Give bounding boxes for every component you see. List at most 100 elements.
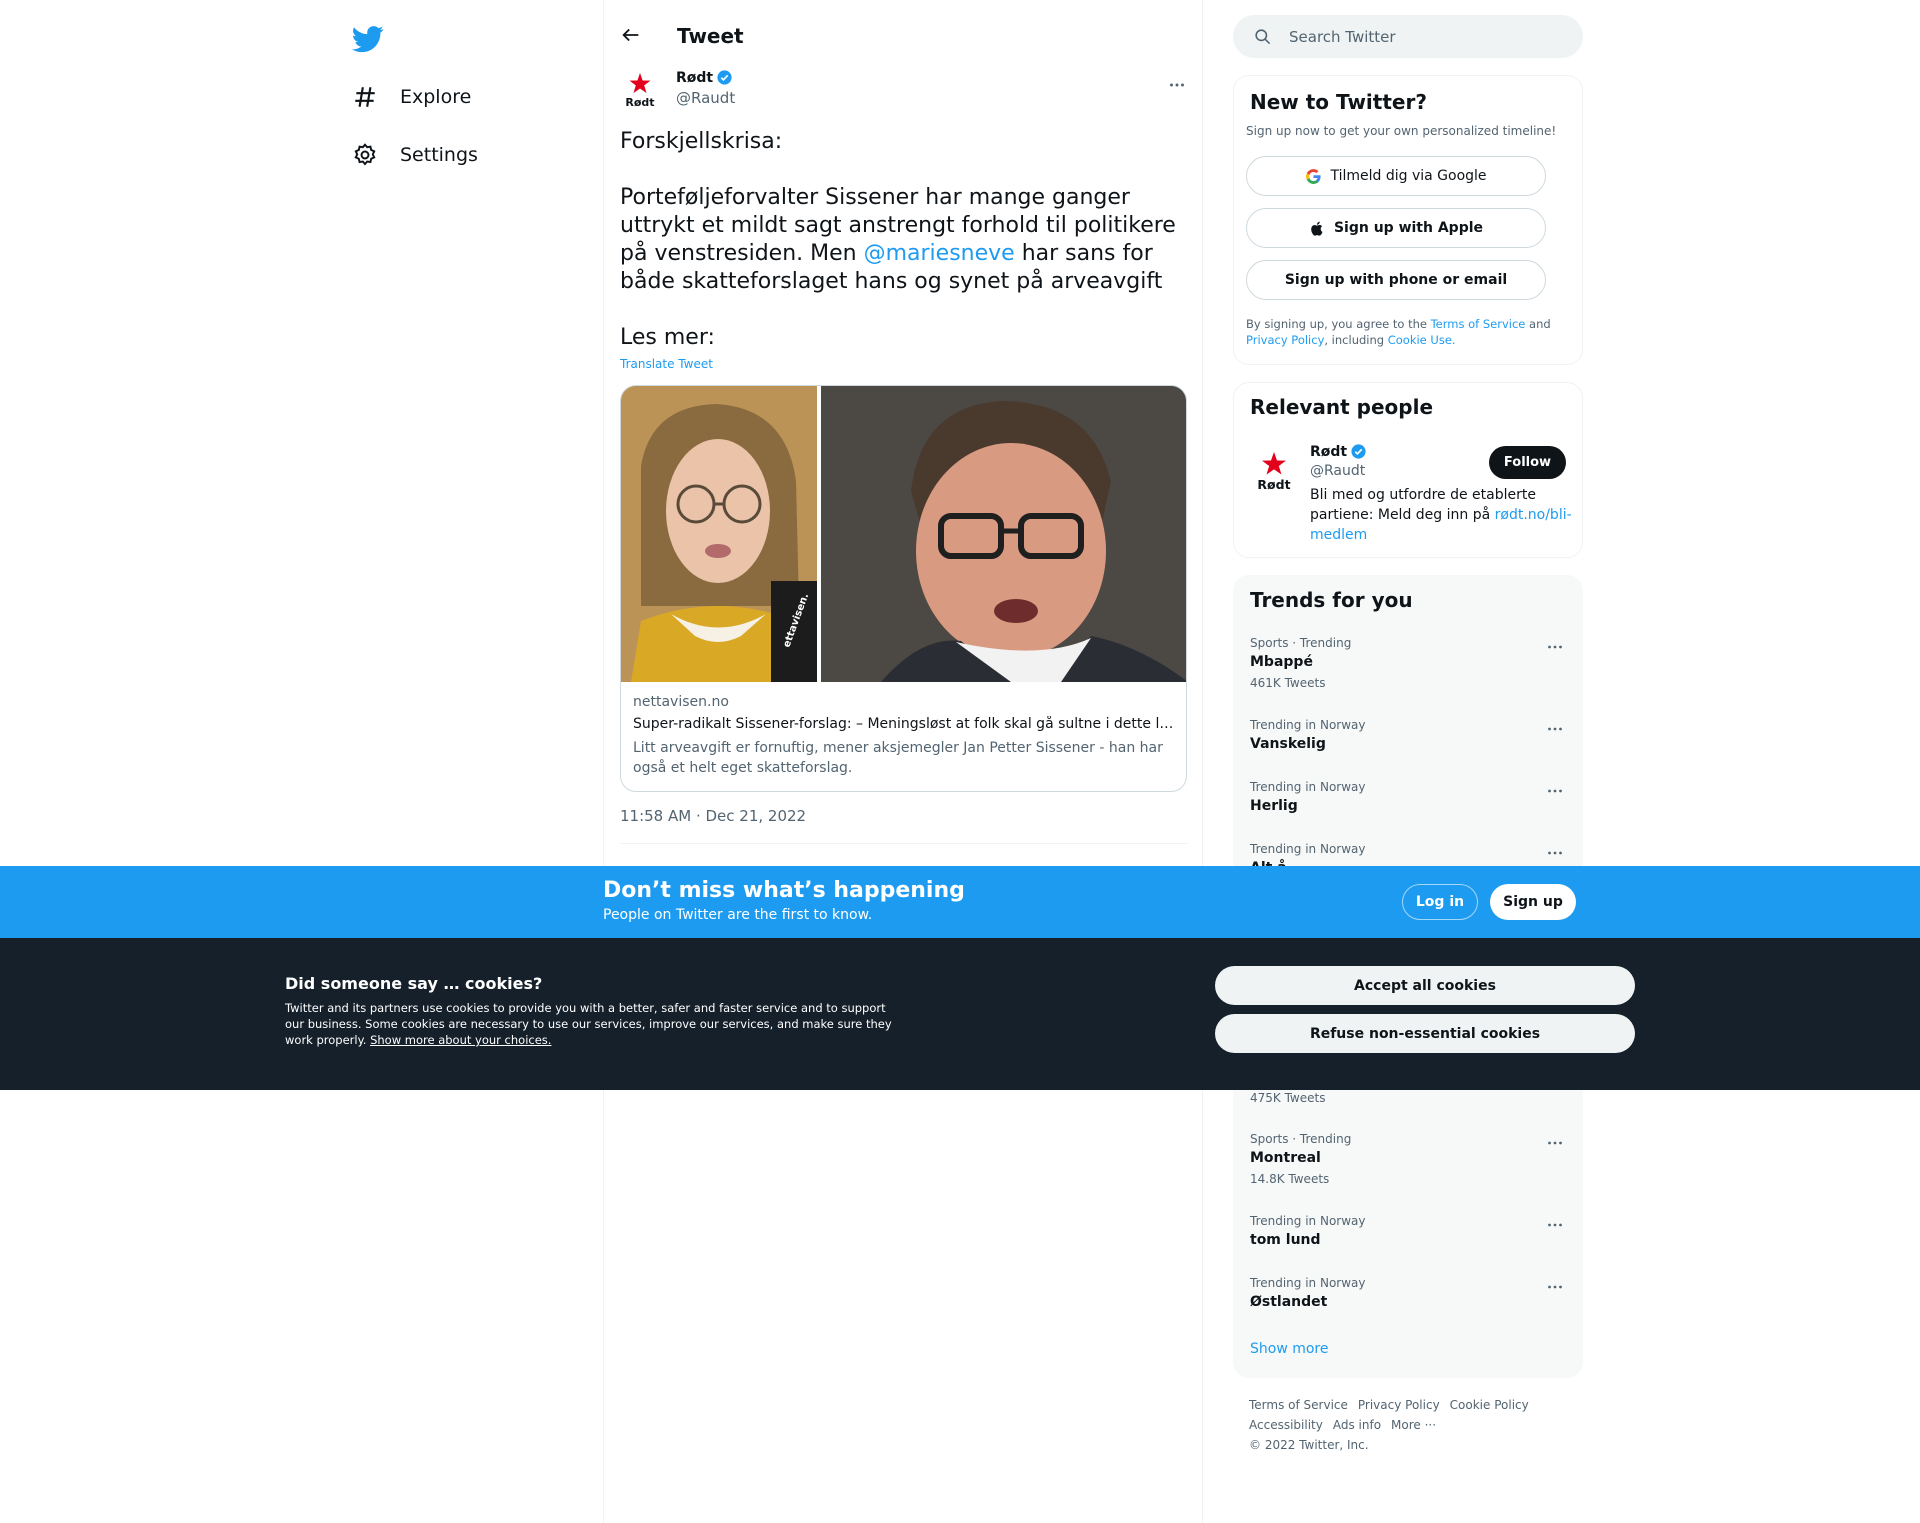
trend-item[interactable]: Trending in Norway tom lund bbox=[1234, 1214, 1582, 1254]
trend-name: Mbappé bbox=[1250, 654, 1313, 670]
gear-icon bbox=[352, 142, 378, 168]
footer-links: Terms of Service Privacy Policy Cookie Pol… bbox=[1249, 1395, 1569, 1455]
card-title: Super-radikalt Sissener-forslag: – Menin… bbox=[633, 716, 1178, 732]
trend-name: Herlig bbox=[1250, 798, 1298, 814]
trend-name: Vanskelig bbox=[1250, 736, 1326, 752]
more-options-icon[interactable] bbox=[1544, 1214, 1566, 1236]
verified-badge-icon bbox=[716, 69, 733, 86]
legal-text-2: and bbox=[1525, 317, 1551, 331]
trend-meta: Sports · Trending bbox=[1250, 1132, 1352, 1146]
signup-panel: New to Twitter? Sign up now to get your … bbox=[1233, 75, 1583, 365]
trend-item[interactable]: Trending in Norway Herlig bbox=[1234, 780, 1582, 820]
more-options-icon[interactable] bbox=[1544, 842, 1566, 864]
nav-explore-label: Explore bbox=[400, 86, 472, 108]
page-title: Tweet bbox=[677, 24, 744, 48]
trend-item[interactable]: Sports · Trending Mbappé 461K Tweets bbox=[1234, 636, 1582, 696]
more-options-icon[interactable] bbox=[1544, 1276, 1566, 1298]
search-box[interactable] bbox=[1233, 15, 1583, 58]
search-icon bbox=[1253, 27, 1272, 46]
relevant-people-title: Relevant people bbox=[1250, 395, 1434, 419]
footer-privacy-link[interactable]: Privacy Policy bbox=[1358, 1398, 1440, 1412]
phone-email-signup-label: Sign up with phone or email bbox=[1284, 272, 1508, 288]
more-options-icon[interactable] bbox=[1544, 1132, 1566, 1154]
trend-meta: Trending in Norway bbox=[1250, 1276, 1366, 1290]
google-icon bbox=[1305, 168, 1322, 185]
signup-button[interactable]: Sign up bbox=[1490, 884, 1576, 920]
accept-cookies-button[interactable]: Accept all cookies bbox=[1215, 966, 1635, 1005]
trend-meta: Trending in Norway bbox=[1250, 718, 1366, 732]
author-avatar[interactable]: Rødt bbox=[620, 70, 660, 110]
cookie-choices-link[interactable]: Show more about your choices. bbox=[370, 1033, 551, 1047]
nav-settings[interactable]: Settings bbox=[352, 135, 478, 175]
footer-more-link[interactable]: More ··· bbox=[1391, 1418, 1436, 1432]
relevant-people-panel: Relevant people Rødt Rødt @Raudt Follow … bbox=[1233, 382, 1583, 558]
footer-ads-info-link[interactable]: Ads info bbox=[1333, 1418, 1381, 1432]
legal-text-3: , including bbox=[1324, 333, 1388, 347]
refuse-cookies-button[interactable]: Refuse non-essential cookies bbox=[1215, 1014, 1635, 1053]
tweet-timestamp[interactable]: 11:58 AM · Dec 21, 2022 bbox=[620, 807, 806, 825]
legal-text-1: By signing up, you agree to the bbox=[1246, 317, 1431, 331]
more-options-icon[interactable] bbox=[1544, 718, 1566, 740]
apple-signup-button[interactable]: Sign up with Apple bbox=[1246, 208, 1546, 248]
footer-terms-link[interactable]: Terms of Service bbox=[1249, 1398, 1348, 1412]
trend-name: Østlandet bbox=[1250, 1294, 1328, 1310]
verified-badge-icon bbox=[1350, 443, 1367, 460]
twitter-logo-icon[interactable] bbox=[352, 22, 384, 54]
tweet-text: Forskjellskrisa: Porteføljeforvalter Sis… bbox=[620, 128, 1188, 352]
cookie-text: Twitter and its partners use cookies to … bbox=[285, 1000, 905, 1048]
trend-name: Montreal bbox=[1250, 1150, 1321, 1166]
footer-accessibility-link[interactable]: Accessibility bbox=[1249, 1418, 1323, 1432]
signup-subtitle: Sign up now to get your own personalized… bbox=[1246, 124, 1557, 138]
main-header: Tweet bbox=[604, 0, 1204, 73]
main-column: Tweet Rødt Rødt @Raudt Forskjellskrisa: … bbox=[603, 0, 1203, 1523]
cookie-use-link[interactable]: Cookie Use. bbox=[1388, 333, 1456, 347]
cookie-title: Did someone say … cookies? bbox=[285, 974, 543, 993]
apple-icon bbox=[1309, 220, 1326, 237]
person-avatar[interactable]: Rødt bbox=[1250, 447, 1298, 495]
trend-item[interactable]: Trending in Norway Vanskelig bbox=[1234, 718, 1582, 758]
follow-button[interactable]: Follow bbox=[1489, 446, 1566, 479]
privacy-link[interactable]: Privacy Policy bbox=[1246, 333, 1324, 347]
more-options-icon[interactable] bbox=[1166, 74, 1188, 96]
author-avatar-text: Rødt bbox=[625, 96, 654, 109]
login-prompt-subtitle: People on Twitter are the first to know. bbox=[603, 907, 873, 923]
divider bbox=[620, 843, 1188, 844]
trend-name: tom lund bbox=[1250, 1232, 1321, 1248]
trend-item[interactable]: Trending in Norway Østlandet bbox=[1234, 1276, 1582, 1316]
person-bio: Bli med og utfordre de etablerte partien… bbox=[1310, 485, 1572, 545]
signup-title: New to Twitter? bbox=[1250, 90, 1427, 114]
translate-tweet-link[interactable]: Translate Tweet bbox=[620, 357, 713, 371]
apple-signup-label: Sign up with Apple bbox=[1333, 220, 1484, 236]
author-handle[interactable]: @Raudt bbox=[676, 89, 735, 107]
show-more-link[interactable]: Show more bbox=[1250, 1341, 1329, 1357]
search-input[interactable] bbox=[1289, 15, 1569, 58]
footer-cookie-policy-link[interactable]: Cookie Policy bbox=[1450, 1398, 1529, 1412]
card-image: ettavisen. bbox=[621, 386, 1186, 682]
person-handle[interactable]: @Raudt bbox=[1310, 463, 1365, 479]
author-name-row: Rødt bbox=[676, 69, 733, 86]
person-avatar-text: Rødt bbox=[1257, 477, 1290, 492]
login-button[interactable]: Log in bbox=[1402, 884, 1478, 920]
footer-copyright: © 2022 Twitter, Inc. bbox=[1249, 1438, 1369, 1452]
trend-meta: Sports · Trending bbox=[1250, 636, 1352, 650]
trend-meta: Trending in Norway bbox=[1250, 842, 1366, 856]
google-signup-button[interactable]: Tilmeld dig via Google bbox=[1246, 156, 1546, 196]
trend-count: 475K Tweets bbox=[1250, 1091, 1326, 1105]
person-name[interactable]: Rødt bbox=[1310, 444, 1347, 460]
back-arrow-icon[interactable] bbox=[620, 24, 644, 48]
link-preview-card[interactable]: ettavisen. nettavisen.no Super-radikalt … bbox=[620, 385, 1187, 792]
more-options-icon[interactable] bbox=[1544, 780, 1566, 802]
author-name[interactable]: Rødt bbox=[676, 70, 713, 86]
card-domain: nettavisen.no bbox=[633, 694, 729, 710]
terms-link[interactable]: Terms of Service bbox=[1431, 317, 1526, 331]
cookie-banner: Did someone say … cookies? Twitter and i… bbox=[0, 938, 1920, 1090]
nav-explore[interactable]: Explore bbox=[352, 77, 471, 117]
trends-title: Trends for you bbox=[1250, 588, 1413, 612]
google-signup-label: Tilmeld dig via Google bbox=[1330, 168, 1487, 184]
phone-email-signup-button[interactable]: Sign up with phone or email bbox=[1246, 260, 1546, 300]
more-options-icon[interactable] bbox=[1544, 636, 1566, 658]
trend-item[interactable]: 475K Tweets bbox=[1234, 1091, 1582, 1111]
tweet-mention-link[interactable]: @mariesneve bbox=[864, 241, 1015, 266]
nav-settings-label: Settings bbox=[400, 144, 478, 166]
trend-item[interactable]: Sports · Trending Montreal 14.8K Tweets bbox=[1234, 1132, 1582, 1192]
